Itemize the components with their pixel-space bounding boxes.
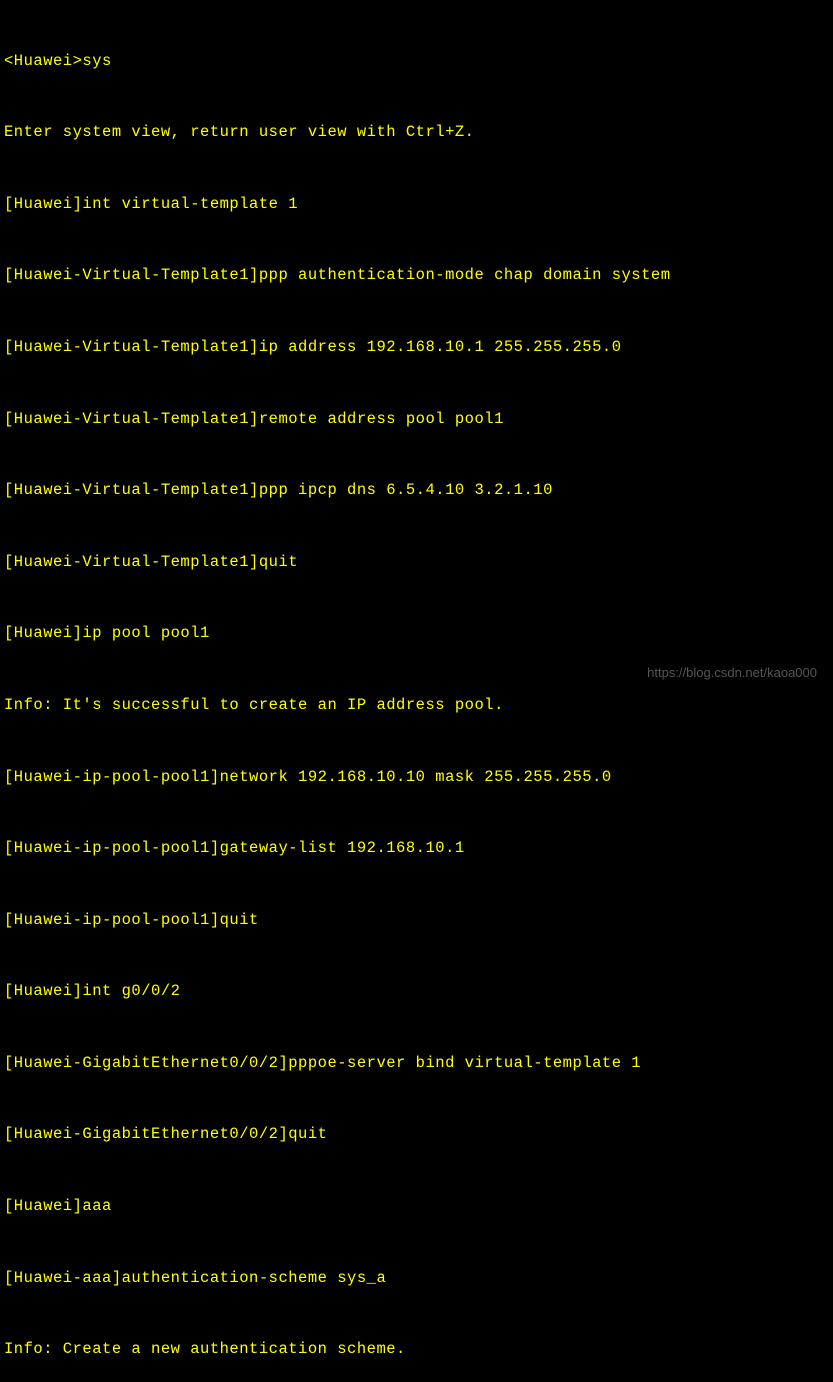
- terminal-line: Enter system view, return user view with…: [4, 121, 829, 145]
- terminal-line: [Huawei]aaa: [4, 1195, 829, 1219]
- terminal-line: [Huawei-ip-pool-pool1]quit: [4, 909, 829, 933]
- terminal-line: [Huawei-Virtual-Template1]quit: [4, 551, 829, 575]
- terminal-line: [Huawei-Virtual-Template1]ppp authentica…: [4, 264, 829, 288]
- terminal-line: Info: Create a new authentication scheme…: [4, 1338, 829, 1362]
- terminal-line: [Huawei-ip-pool-pool1]gateway-list 192.1…: [4, 837, 829, 861]
- terminal-line: [Huawei-Virtual-Template1]ppp ipcp dns 6…: [4, 479, 829, 503]
- terminal-line: [Huawei-GigabitEthernet0/0/2]quit: [4, 1123, 829, 1147]
- terminal-line: [Huawei]int g0/0/2: [4, 980, 829, 1004]
- terminal-line: [Huawei-Virtual-Template1]ip address 192…: [4, 336, 829, 360]
- terminal-line: [Huawei-Virtual-Template1]remote address…: [4, 408, 829, 432]
- terminal-line: [Huawei]ip pool pool1: [4, 622, 829, 646]
- terminal-line: Info: It's successful to create an IP ad…: [4, 694, 829, 718]
- terminal-line: [Huawei-ip-pool-pool1]network 192.168.10…: [4, 766, 829, 790]
- terminal-line: [Huawei]int virtual-template 1: [4, 193, 829, 217]
- terminal-line: <Huawei>sys: [4, 50, 829, 74]
- terminal-line: [Huawei-GigabitEthernet0/0/2]pppoe-serve…: [4, 1052, 829, 1076]
- terminal-line: [Huawei-aaa]authentication-scheme sys_a: [4, 1267, 829, 1291]
- watermark-text: https://blog.csdn.net/kaoa000: [647, 663, 817, 683]
- terminal-output[interactable]: <Huawei>sys Enter system view, return us…: [4, 2, 829, 1382]
